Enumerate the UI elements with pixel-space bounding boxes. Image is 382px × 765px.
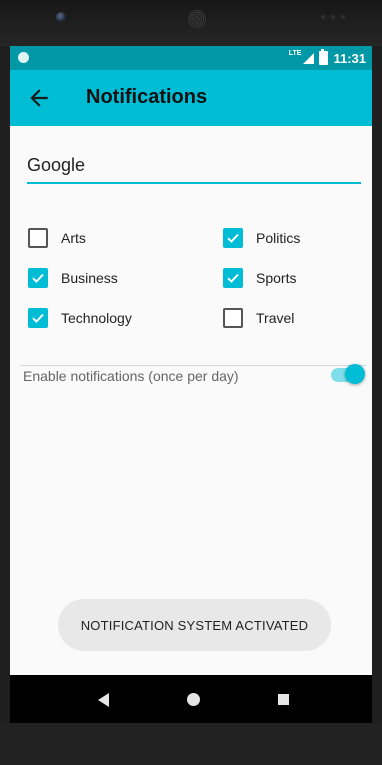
front-camera <box>56 12 66 22</box>
phone-bottom-bezel <box>0 723 382 765</box>
app-bar: Notifications <box>10 70 372 126</box>
checkbox-label: Politics <box>256 230 301 246</box>
divider <box>20 365 366 366</box>
checkbox-arts[interactable]: Arts <box>28 228 86 248</box>
status-right: LTE 11:31 <box>289 49 366 67</box>
screen: LTE 11:31 Notifications Arts Politics Bu… <box>10 46 372 675</box>
battery-icon <box>319 49 329 65</box>
checkbox-box[interactable] <box>28 308 48 328</box>
notification-dot-icon <box>18 52 29 63</box>
system-navigation-bar <box>10 675 372 723</box>
check-icon <box>32 313 44 323</box>
query-input[interactable] <box>27 148 361 184</box>
checkbox-sports[interactable]: Sports <box>223 268 296 288</box>
toast-message: NOTIFICATION SYSTEM ACTIVATED <box>58 599 331 651</box>
status-bar: LTE 11:31 <box>10 46 372 70</box>
network-type: LTE <box>288 49 302 57</box>
checkbox-label: Travel <box>256 310 295 326</box>
checkbox-box[interactable] <box>223 308 243 328</box>
checkbox-technology[interactable]: Technology <box>28 308 132 328</box>
earpiece-speaker <box>188 10 206 28</box>
checkbox-travel[interactable]: Travel <box>223 308 294 328</box>
proximity-sensors <box>318 14 348 20</box>
nav-home-icon[interactable] <box>187 693 200 706</box>
nav-recents-icon[interactable] <box>278 694 289 705</box>
checkbox-label: Sports <box>256 270 297 286</box>
check-icon <box>32 273 44 283</box>
status-time: 11:31 <box>333 50 366 66</box>
checkbox-label: Technology <box>61 310 132 326</box>
check-icon <box>227 233 239 243</box>
checkbox-business[interactable]: Business <box>28 268 118 288</box>
checkbox-box[interactable] <box>28 268 48 288</box>
checkbox-box[interactable] <box>223 228 243 248</box>
check-icon <box>227 273 239 283</box>
checkbox-label: Business <box>61 270 118 286</box>
checkbox-label: Arts <box>61 230 86 246</box>
notifications-label: Enable notifications (once per day) <box>23 368 239 384</box>
signal-icon <box>303 52 315 64</box>
checkbox-box[interactable] <box>28 228 48 248</box>
page-title: Notifications <box>86 86 208 108</box>
switch-thumb[interactable] <box>345 364 365 384</box>
arrow-back-icon[interactable] <box>26 85 52 111</box>
phone-top-bezel <box>0 0 382 46</box>
notifications-switch[interactable] <box>331 364 365 384</box>
nav-back-icon[interactable] <box>98 693 109 707</box>
checkbox-politics[interactable]: Politics <box>223 228 300 248</box>
checkbox-box[interactable] <box>223 268 243 288</box>
